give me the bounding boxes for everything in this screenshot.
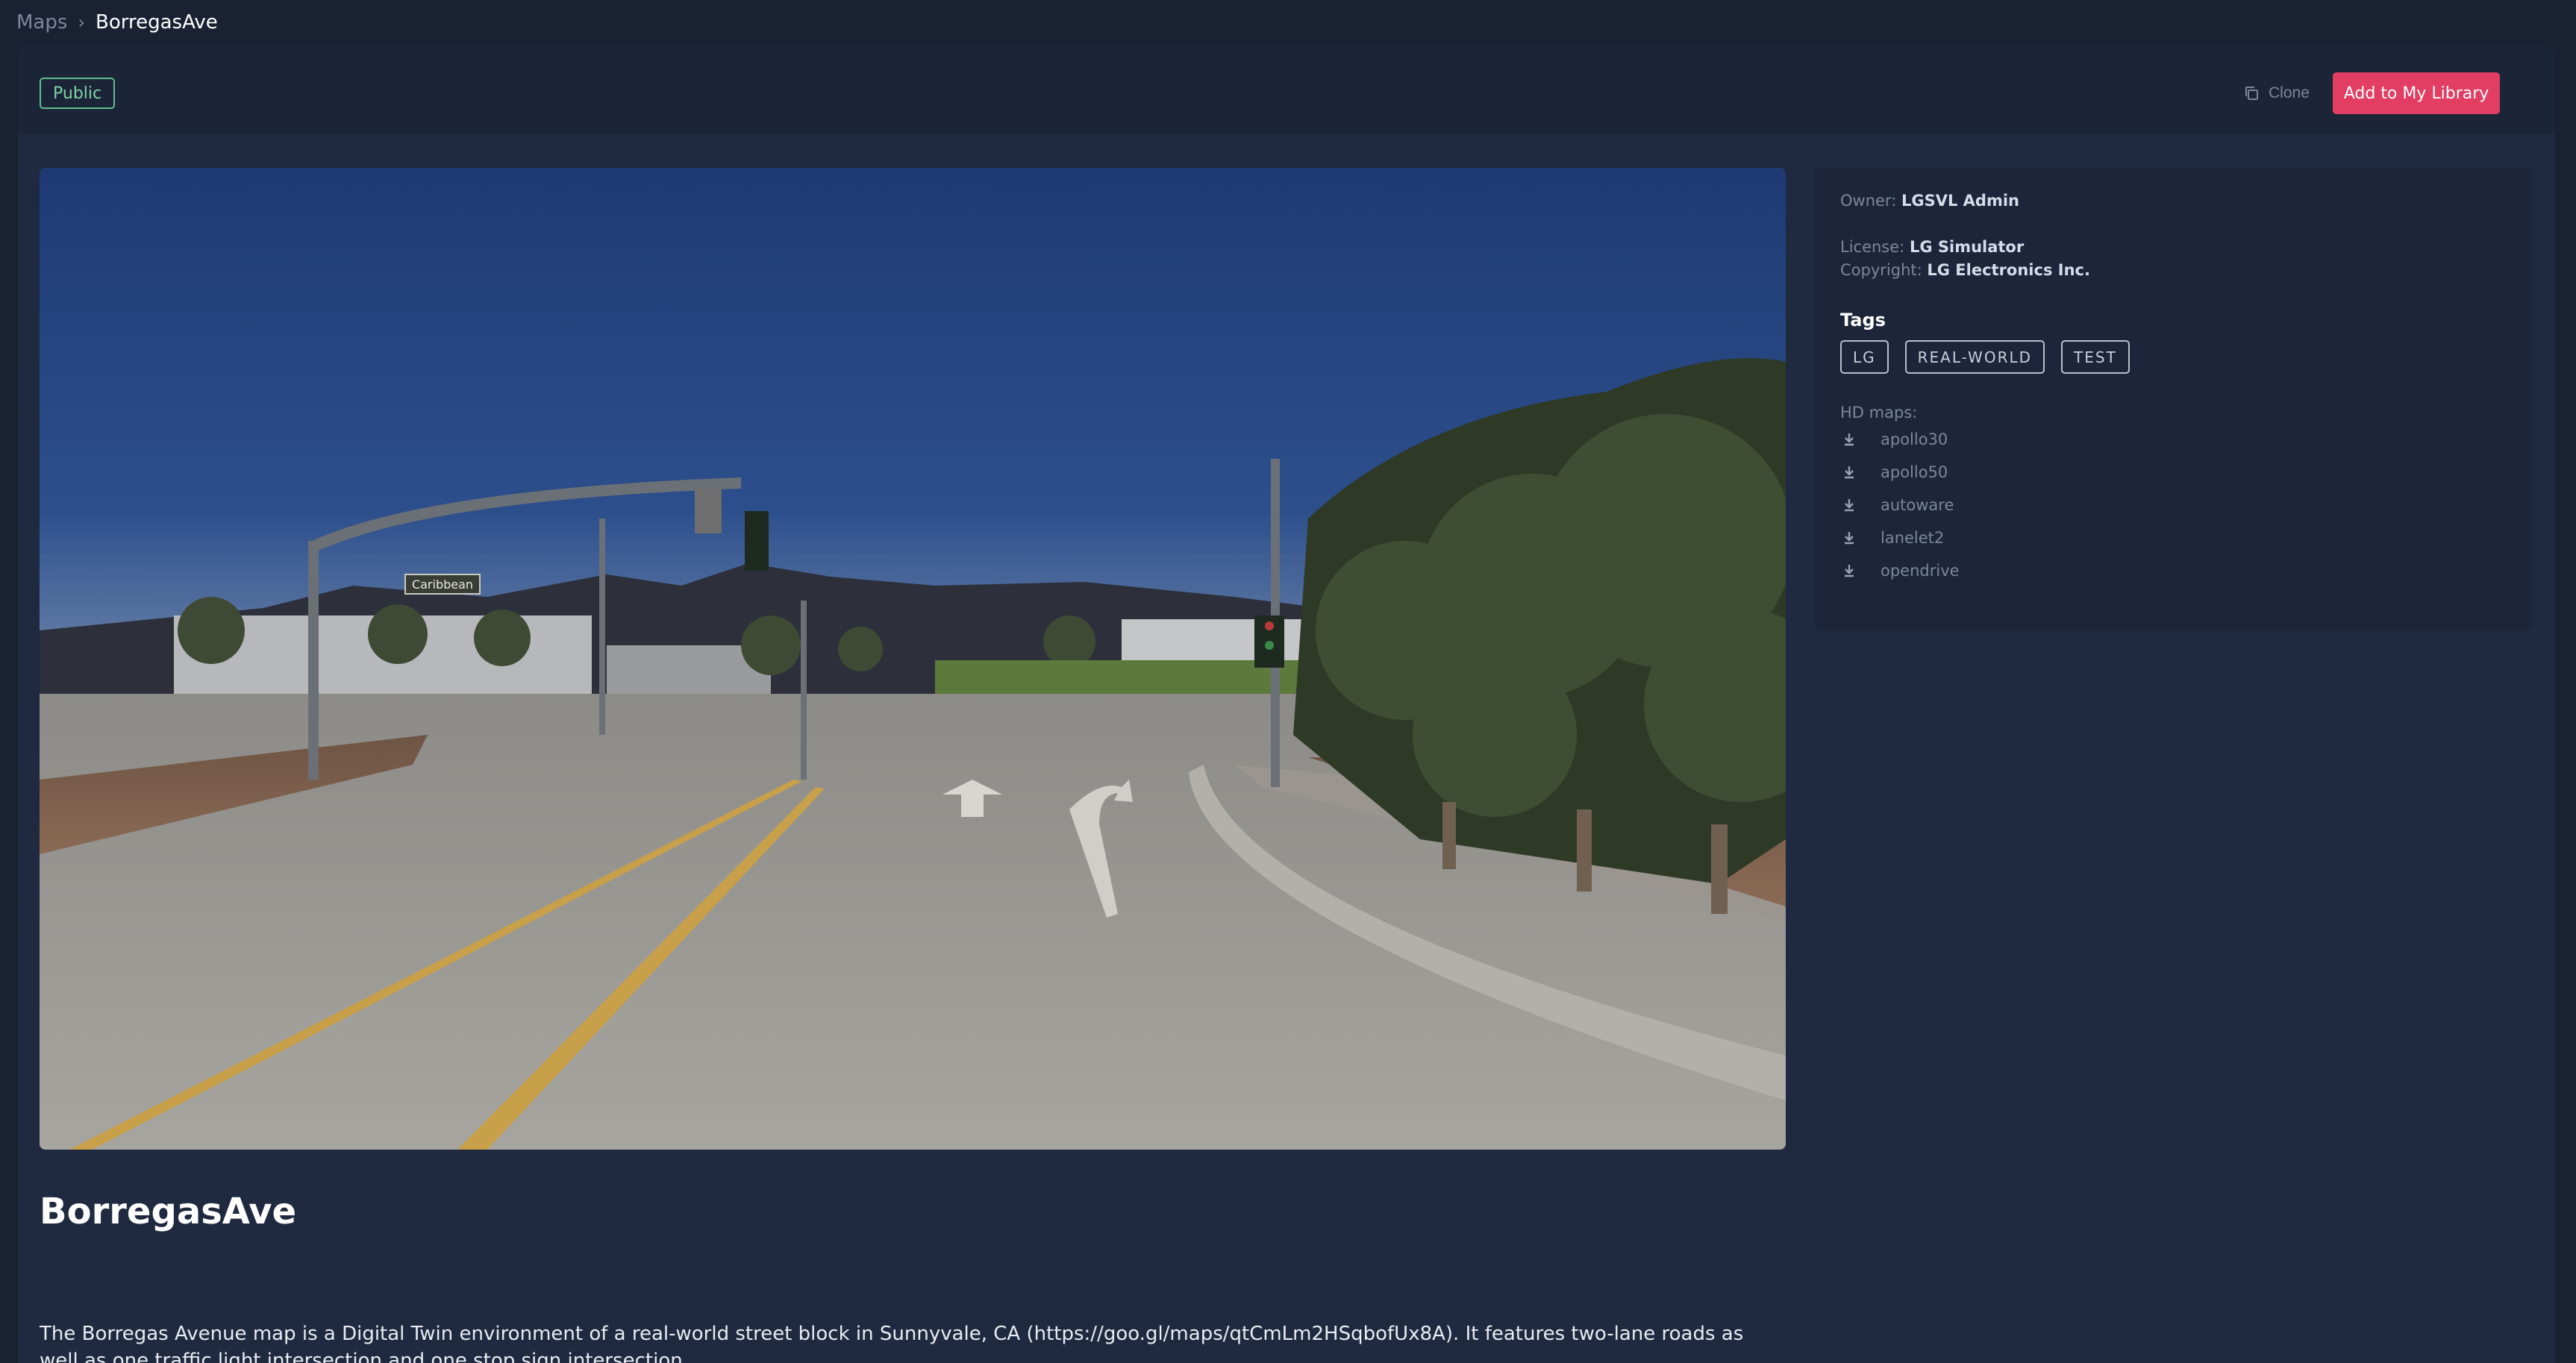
hd-map-label: opendrive [1881, 562, 1960, 580]
download-icon [1840, 463, 1858, 481]
hd-maps-title: HD maps: [1840, 404, 1918, 422]
tag-real-world[interactable]: REAL-WORLD [1904, 340, 2045, 374]
street-sign-text: Caribbean [412, 577, 473, 592]
hd-map-label: apollo50 [1881, 463, 1948, 481]
license-value: LG Simulator [1909, 238, 2025, 256]
license-label: License: [1840, 238, 1905, 256]
hd-map-label: apollo30 [1881, 430, 1948, 448]
copyright-row: Copyright: LG Electronics Inc. [1840, 261, 2090, 279]
license-row: License: LG Simulator [1840, 238, 2024, 256]
tags-title: Tags [1840, 310, 1886, 330]
map-title: BorregasAve [40, 1191, 297, 1232]
hd-map-download-apollo30[interactable]: apollo30 [1840, 423, 1960, 456]
tag-list: LG REAL-WORLD TEST [1840, 340, 2130, 374]
clone-button[interactable]: Clone [2237, 75, 2316, 112]
map-detail-panel: Public Clone Add to My Library Caribbean… [18, 46, 2555, 1363]
copy-icon [2243, 85, 2260, 101]
hd-map-download-lanelet2[interactable]: lanelet2 [1840, 521, 1960, 554]
visibility-badge: Public [40, 78, 116, 109]
hd-map-label: autoware [1881, 496, 1954, 514]
tag-lg[interactable]: LG [1840, 340, 1889, 374]
copyright-label: Copyright: [1840, 261, 1922, 279]
owner-row: Owner: LGSVL Admin [1840, 192, 2019, 210]
add-to-library-button[interactable]: Add to My Library [2333, 72, 2500, 114]
download-icon [1840, 496, 1858, 514]
download-icon [1840, 562, 1858, 580]
clone-button-label: Clone [2269, 84, 2310, 101]
map-info-card: Owner: LGSVL Admin License: LG Simulator… [1814, 168, 2533, 630]
copyright-value: LG Electronics Inc. [1927, 261, 2090, 279]
hd-map-list: apollo30 apollo50 autoware lanelet2 open… [1840, 423, 1960, 587]
hd-map-download-apollo50[interactable]: apollo50 [1840, 456, 1960, 489]
download-icon [1840, 529, 1858, 547]
map-description: The Borregas Avenue map is a Digital Twi… [40, 1323, 1744, 1363]
owner-value: LGSVL Admin [1901, 192, 2019, 210]
hd-map-label: lanelet2 [1881, 529, 1945, 547]
breadcrumb-current: BorregasAve [96, 11, 218, 34]
breadcrumb-separator: › [78, 12, 86, 33]
map-preview-image: Caribbean [40, 168, 1786, 1150]
tag-test[interactable]: TEST [2061, 340, 2130, 374]
detail-toolbar: Public Clone Add to My Library [18, 46, 2555, 134]
download-icon [1840, 430, 1858, 448]
hd-map-download-opendrive[interactable]: opendrive [1840, 554, 1960, 587]
breadcrumb-maps-link[interactable]: Maps [16, 11, 67, 34]
hd-map-download-autoware[interactable]: autoware [1840, 489, 1960, 521]
breadcrumb: Maps › BorregasAve [16, 7, 218, 37]
owner-label: Owner: [1840, 192, 1897, 210]
